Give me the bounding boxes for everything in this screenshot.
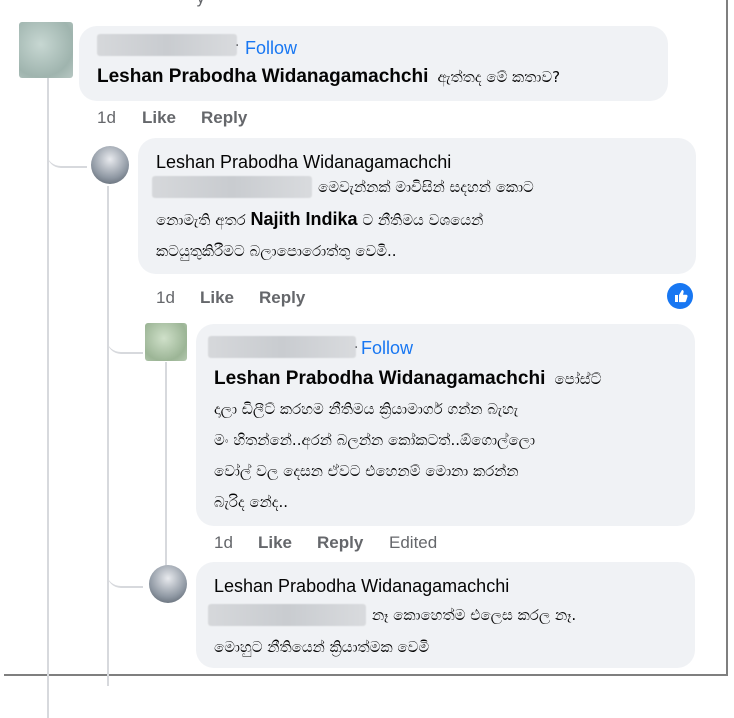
author-name[interactable]: Leshan Prabodha Widanagamachchi (214, 576, 509, 597)
thread-line (47, 78, 49, 718)
reply-button[interactable]: Reply (317, 533, 363, 552)
separator-dot: · (235, 38, 240, 54)
like-button[interactable]: Like (142, 108, 176, 127)
author-name[interactable]: Leshan Prabodha Widanagamachchi (156, 152, 451, 173)
comment-text: බැරිද නේද.. (214, 493, 288, 511)
mention-blurred[interactable] (152, 176, 312, 198)
comment-text: නෑ කොහෙත්ම එලෙස කරල නෑ. (372, 606, 577, 624)
cut-off-text: y (196, 0, 205, 7)
mention-link[interactable]: Leshan Prabodha Widanagamachchi (214, 368, 545, 389)
author-name-blurred[interactable] (208, 336, 356, 358)
reply-button[interactable]: Reply (201, 108, 247, 127)
like-reaction-icon[interactable] (667, 283, 693, 309)
comment-bubble: Leshan Prabodha Widanagamachchi නෑ කොහෙත… (196, 562, 695, 668)
comment-bubble: · Follow Leshan Prabodha Widanagamachchi… (196, 324, 695, 526)
author-name-blurred[interactable] (97, 34, 237, 56)
comment-text: ට නීතිමය වශයෙන් (362, 211, 484, 229)
thread-line (107, 310, 143, 354)
comment-text: මෙවැන්නක් මාවිසින් සදහන් කොට (318, 178, 534, 196)
thread-line (47, 130, 87, 168)
comment-text: කටයුතුකිරීමට බලාපොරොත්තු වෙමි.. (156, 242, 397, 260)
comment-text: දාලා ඩිලීට් කරහම නීතිමය ක්‍රියාමාර්ග ගන්… (214, 400, 519, 418)
mention-link[interactable]: Najith Indika (251, 209, 358, 229)
mention-link[interactable]: Leshan Prabodha Widanagamachchi (97, 66, 428, 87)
comment-timestamp[interactable]: 1d (214, 533, 233, 553)
separator-dot: · (354, 340, 359, 356)
thread-line (107, 548, 143, 588)
like-button[interactable]: Like (200, 288, 234, 307)
avatar[interactable] (149, 565, 187, 603)
comment-text: මං හිතන්නේ..අරන් බලන්න කෝකටත්..ඕගොල්ලො (214, 431, 536, 449)
comment-text: නොමැති අතර (156, 211, 246, 229)
avatar[interactable] (145, 323, 187, 361)
thread-line (107, 186, 109, 686)
mention-blurred[interactable] (208, 604, 366, 626)
avatar[interactable] (19, 22, 73, 78)
comment-timestamp[interactable]: 1d (97, 108, 116, 128)
comment-text: මොහුට නීතියෙන් ක්‍රියාත්මක වෙමි (214, 638, 430, 656)
comment-text: ඇත්තද මේ කතාව? (437, 68, 561, 86)
follow-button[interactable]: Follow (361, 338, 413, 359)
comment-text: පෝස්ට් (554, 370, 602, 388)
edited-label: Edited (389, 533, 438, 552)
reply-button[interactable]: Reply (259, 288, 305, 307)
comment-text: වෝල් වල දෙසන ඒවට එහෙනම් මොනා කරන්න (214, 462, 519, 480)
comment-bubble: Leshan Prabodha Widanagamachchi මෙවැන්නක… (138, 138, 696, 274)
like-button[interactable]: Like (258, 533, 292, 552)
comment-timestamp[interactable]: 1d (156, 288, 175, 308)
follow-button[interactable]: Follow (245, 38, 297, 59)
comment-bubble: · Follow Leshan Prabodha Widanagamachchi… (79, 26, 668, 101)
avatar[interactable] (91, 146, 129, 184)
